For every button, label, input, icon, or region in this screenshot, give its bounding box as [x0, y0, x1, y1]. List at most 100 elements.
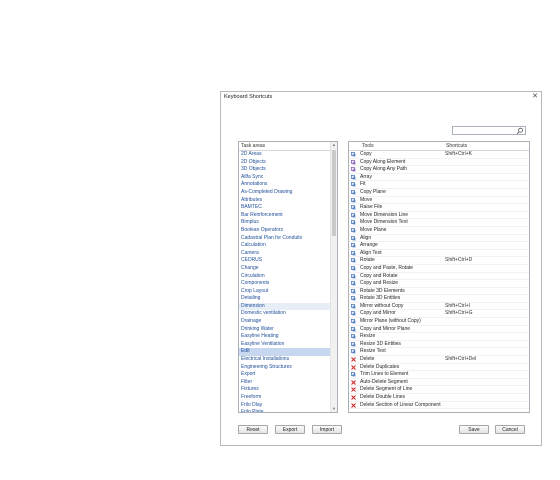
- task-area-item[interactable]: Allfa Sync: [239, 174, 337, 182]
- task-area-item[interactable]: Freeform: [239, 394, 337, 402]
- task-area-item[interactable]: Drainage: [239, 318, 337, 326]
- tool-row[interactable]: Align: [349, 235, 529, 243]
- task-area-item[interactable]: Frilo Dlay: [239, 402, 337, 410]
- save-button[interactable]: Save: [459, 425, 489, 434]
- task-area-item[interactable]: Crop Layout: [239, 288, 337, 296]
- scroll-down-icon[interactable]: ▼: [331, 406, 337, 412]
- tool-row[interactable]: Move Dimension Line: [349, 212, 529, 220]
- delete-duplicates-icon: [351, 364, 356, 370]
- title-bar: Keyboard Shortcuts ✕: [221, 92, 541, 104]
- tool-row[interactable]: Copy and Paste, Rotate: [349, 265, 529, 273]
- tool-row[interactable]: Delete Shift+Ctrl+Del: [349, 356, 529, 364]
- task-area-item[interactable]: Frilo Plate: [239, 409, 337, 412]
- task-areas-scrollbar[interactable]: ▲ ▼: [330, 142, 337, 412]
- tool-row[interactable]: Delete Segment of Line: [349, 386, 529, 394]
- tool-row[interactable]: Copy and Mirror Shift+Ctrl+G: [349, 310, 529, 319]
- tool-row[interactable]: Auto-Delete Segment: [349, 379, 529, 387]
- tool-row[interactable]: Delete Double Lines: [349, 394, 529, 402]
- tool-row[interactable]: Rotate 3D Elements: [349, 288, 529, 296]
- tool-row[interactable]: Fit: [349, 181, 529, 189]
- tool-name: Move Dimension Text: [360, 219, 408, 226]
- task-area-item[interactable]: Detailing: [239, 295, 337, 303]
- task-area-item[interactable]: Camera: [239, 250, 337, 258]
- task-area-item[interactable]: Boolean Operators: [239, 227, 337, 235]
- task-area-item[interactable]: 2D Areas: [239, 151, 337, 159]
- tool-row[interactable]: Array: [349, 174, 529, 182]
- task-area-item[interactable]: Easyline Heating: [239, 333, 337, 341]
- task-area-item[interactable]: CEDRUS: [239, 257, 337, 265]
- export-button[interactable]: Export: [275, 425, 305, 434]
- tool-row[interactable]: Copy and Resize: [349, 280, 529, 288]
- task-area-item[interactable]: Electrical Installations: [239, 356, 337, 364]
- task-area-item[interactable]: Edit: [239, 348, 337, 357]
- task-area-item[interactable]: Bimplus: [239, 219, 337, 227]
- tool-row[interactable]: Move Dimension Text: [349, 219, 529, 227]
- tool-row[interactable]: Rotate 3D Entities: [349, 295, 529, 303]
- task-area-item[interactable]: Dimension: [239, 302, 337, 311]
- scroll-up-icon[interactable]: ▲: [331, 142, 337, 148]
- task-area-item[interactable]: Export: [239, 371, 337, 379]
- tool-row[interactable]: Align Text: [349, 250, 529, 258]
- copy-mirror-plane-icon: [351, 326, 356, 332]
- tool-row[interactable]: Move Plane: [349, 227, 529, 235]
- tool-row[interactable]: Arrange: [349, 242, 529, 250]
- tool-row[interactable]: Move: [349, 197, 529, 205]
- task-area-item[interactable]: Domestic ventilation: [239, 310, 337, 318]
- task-area-item[interactable]: Fixtures: [239, 386, 337, 394]
- tool-row[interactable]: Copy and Rotate: [349, 273, 529, 281]
- task-area-item[interactable]: Engineering Structures: [239, 364, 337, 372]
- tool-row[interactable]: Copy Plane: [349, 189, 529, 197]
- tool-row[interactable]: Raise File: [349, 204, 529, 212]
- tool-row[interactable]: Copy Shift+Ctrl+K: [349, 151, 529, 159]
- import-button[interactable]: Import: [312, 425, 342, 434]
- tool-row[interactable]: Resize 3D Entities: [349, 341, 529, 349]
- delete-double-lines-icon: [351, 395, 356, 400]
- task-area-item[interactable]: Components: [239, 280, 337, 288]
- tool-row[interactable]: Resize Text: [349, 348, 529, 357]
- tool-name: Resize 3D Entities: [360, 340, 401, 347]
- tool-name: Resize Text: [360, 348, 386, 355]
- copy-paste-rotate-icon: [351, 265, 356, 271]
- tools-table[interactable]: Tools Shortcuts Copy Shift+Ctrl+K Copy Alo…: [348, 141, 530, 413]
- tool-row[interactable]: Copy Along Element: [349, 159, 529, 167]
- copy-mirror-icon: [351, 311, 356, 317]
- tool-row[interactable]: Copy and Mirror Plane: [349, 326, 529, 334]
- rotate-icon: [351, 258, 356, 263]
- task-area-item[interactable]: Bar Reinforcement: [239, 212, 337, 220]
- search-input[interactable]: [452, 126, 526, 135]
- resize-text-icon: [351, 349, 356, 355]
- task-area-item[interactable]: Easyline Ventilation: [239, 341, 337, 349]
- task-area-item[interactable]: 3D Objects: [239, 166, 337, 174]
- task-area-item[interactable]: Circulation: [239, 273, 337, 281]
- tool-name: Delete Duplicates: [360, 363, 400, 370]
- search-icon[interactable]: [516, 127, 524, 135]
- tool-row[interactable]: Resize: [349, 333, 529, 341]
- tool-row[interactable]: Mirror without Copy Shift+Ctrl+I: [349, 303, 529, 311]
- task-area-item[interactable]: As-Completed Drawing: [239, 189, 337, 197]
- scroll-thumb[interactable]: [332, 150, 336, 236]
- delete-section-icon: [351, 402, 356, 408]
- tool-row[interactable]: Rotate Shift+Ctrl+D: [349, 257, 529, 265]
- tool-row[interactable]: Trim Lines to Element: [349, 371, 529, 379]
- tool-name: Copy and Paste, Rotate: [360, 264, 414, 271]
- reset-button[interactable]: Reset: [238, 425, 268, 434]
- task-area-item[interactable]: Annotations: [239, 181, 337, 189]
- tool-name: Delete Double Lines: [360, 394, 406, 400]
- task-area-item[interactable]: BAMTEC: [239, 204, 337, 212]
- task-areas-list[interactable]: Task areas 2D Areas 2D Objects 3D Objects A…: [238, 141, 338, 413]
- task-area-item[interactable]: Change: [239, 265, 337, 273]
- task-area-item[interactable]: Calculation: [239, 242, 337, 250]
- task-area-item[interactable]: 2D Objects: [239, 159, 337, 167]
- close-icon[interactable]: ✕: [532, 93, 538, 101]
- task-area-item[interactable]: Drinking Water: [239, 326, 337, 334]
- task-area-item[interactable]: Cadastral Plan for Conduits: [239, 235, 337, 243]
- cancel-button[interactable]: Cancel: [495, 425, 525, 434]
- tool-name: Align: [360, 234, 372, 241]
- tool-row[interactable]: Delete Section of Linear Component: [349, 402, 529, 410]
- tool-row[interactable]: Mirror Plane (without Copy): [349, 318, 529, 326]
- tools-column-header: Tools: [362, 143, 374, 149]
- task-area-item[interactable]: Attributes: [239, 197, 337, 205]
- tool-row[interactable]: Delete Duplicates: [349, 364, 529, 372]
- tool-row[interactable]: Copy Along Any Path: [349, 166, 529, 174]
- task-area-item[interactable]: Filter: [239, 379, 337, 387]
